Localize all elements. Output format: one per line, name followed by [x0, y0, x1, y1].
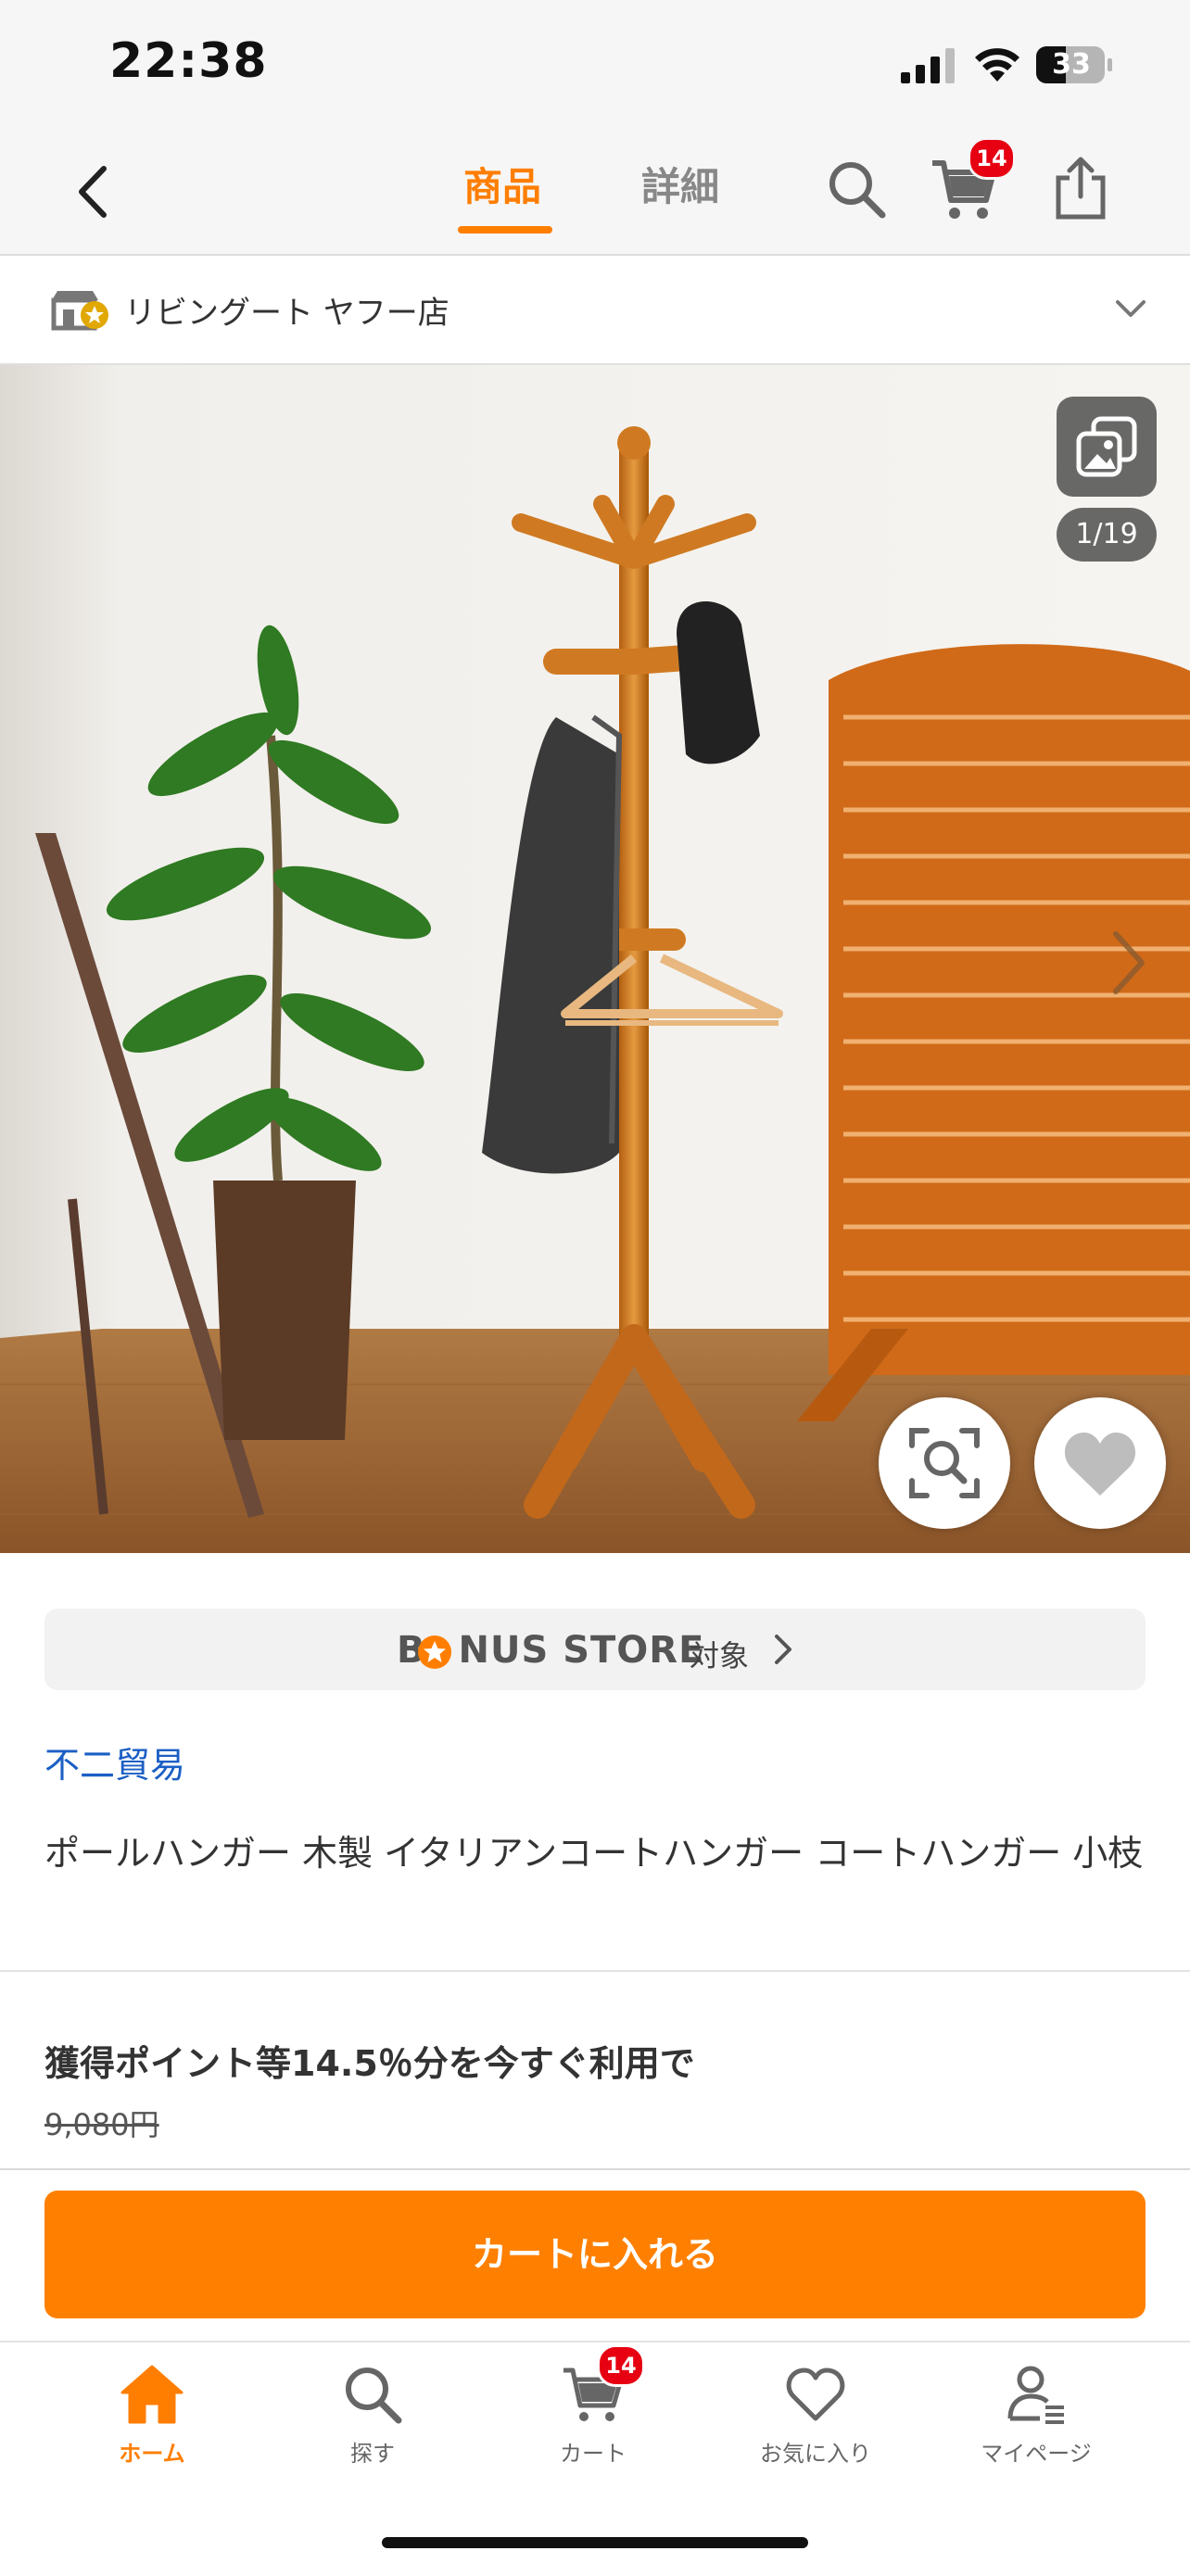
image-gallery-icon [1076, 416, 1137, 477]
add-to-cart-button[interactable]: カートに入れる [44, 2191, 1146, 2318]
product-image[interactable] [0, 365, 1190, 1553]
wifi-icon [975, 48, 1019, 82]
search-icon[interactable] [339, 2361, 406, 2428]
status-time: 22:38 [109, 33, 268, 89]
tab-search[interactable]: 探す [280, 2435, 465, 2468]
tab-active-indicator [458, 226, 552, 234]
heart-icon [1064, 1433, 1136, 1496]
visual-search-button[interactable] [879, 1397, 1010, 1529]
divider [0, 2168, 1190, 2170]
bonus-star-icon [418, 1635, 451, 1669]
image-search-icon [909, 1428, 980, 1498]
product-title: ポールハンガー 木製 イタリアンコートハンガー コートハンガー 小枝 [44, 1833, 1144, 1874]
product-photo-illustration [0, 365, 1190, 1553]
tab-cart[interactable]: カート [500, 2435, 686, 2468]
tab-home[interactable]: ホーム [59, 2435, 245, 2468]
original-price: 9,080円 [44, 2107, 159, 2142]
store-name[interactable]: リビングート ヤフー店 [124, 287, 449, 333]
cart-badge: 14 [968, 137, 1016, 180]
home-indicator [382, 2537, 808, 2548]
chevron-right-icon [775, 1635, 791, 1664]
store-icon [51, 291, 108, 331]
home-icon[interactable] [119, 2361, 185, 2428]
gallery-button[interactable] [1057, 397, 1157, 497]
favorite-button[interactable] [1034, 1397, 1166, 1529]
image-counter: 1/19 [1057, 508, 1157, 562]
chevron-down-icon[interactable] [1108, 293, 1153, 326]
tab-favorites[interactable]: お気に入り [723, 2435, 908, 2468]
chevron-right-icon[interactable] [1108, 927, 1149, 999]
battery-level: 33 [1052, 48, 1091, 81]
tab-mypage[interactable]: マイページ [943, 2435, 1129, 2468]
tab-product[interactable]: 商品 [463, 156, 541, 212]
person-icon[interactable] [1003, 2361, 1070, 2428]
share-icon[interactable] [1045, 154, 1116, 224]
search-icon[interactable] [821, 154, 892, 224]
signal-icon [901, 48, 955, 83]
bonus-store-label: 対象 [690, 1638, 750, 1673]
divider [0, 1970, 1190, 1972]
brand-link[interactable]: 不二貿易 [44, 1736, 185, 1787]
heart-icon[interactable] [782, 2361, 849, 2428]
tab-detail[interactable]: 詳細 [641, 156, 719, 212]
cart-badge: 14 [597, 2344, 645, 2387]
back-icon[interactable] [67, 159, 122, 224]
points-text: 獲得ポイント等14.5％分を今すぐ利用で [44, 2043, 695, 2084]
